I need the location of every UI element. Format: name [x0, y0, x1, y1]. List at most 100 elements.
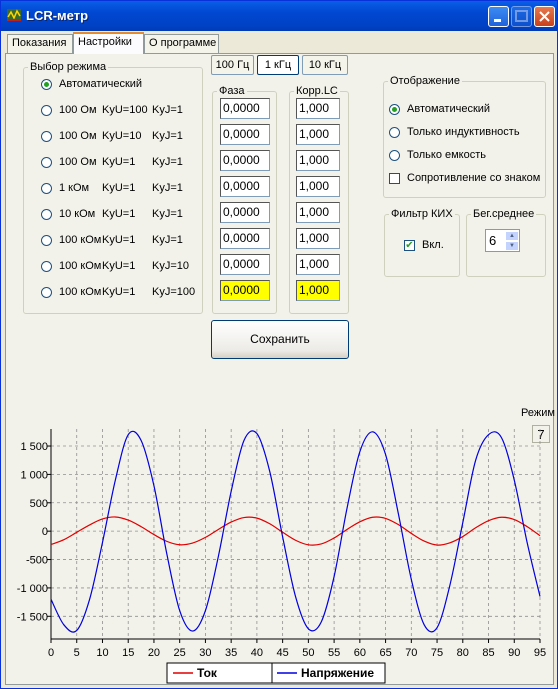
corr-lc-value-field[interactable]: 1,000 [296, 124, 340, 145]
save-button[interactable]: Сохранить [211, 320, 349, 359]
x-tick-label: 95 [534, 647, 546, 659]
phase-value-field[interactable]: 0,0000 [220, 254, 270, 275]
corr-lc-value-field[interactable]: 1,000 [296, 150, 340, 171]
corr-lc-legend: Корр.LC [296, 85, 338, 97]
signed-resistance-checkbox[interactable]: Сопротивление со знаком [389, 170, 540, 186]
mode-option-radio[interactable]: 100 кОм KyU=1 KyJ=10 [41, 258, 189, 274]
y-tick-label: 500 [30, 498, 48, 510]
x-tick-label: 25 [174, 647, 186, 659]
mode-kyu-label: KyU=1 [102, 286, 136, 298]
radio-icon [41, 156, 52, 168]
moving-average-legend: Бег.среднее [473, 208, 535, 220]
window-title: LCR-метр [26, 8, 89, 23]
minimize-button[interactable] [488, 6, 509, 27]
x-tick-label: 50 [302, 647, 314, 659]
radio-icon [41, 130, 52, 142]
mode-indicator-label: Режим [521, 407, 555, 419]
radio-icon [41, 78, 52, 90]
mode-kyj-label: KyJ=1 [152, 156, 183, 168]
phase-value-field[interactable]: 0,0000 [220, 228, 270, 249]
x-tick-label: 15 [122, 647, 134, 659]
maximize-button[interactable] [511, 6, 532, 27]
corr-lc-value-field[interactable]: 1,000 [296, 280, 340, 301]
x-tick-label: 85 [482, 647, 494, 659]
mode-range-label: 100 Ом [59, 130, 97, 142]
corr-lc-value-field[interactable]: 1,000 [296, 176, 340, 197]
mode-option-radio[interactable]: Автоматический [41, 76, 152, 92]
display-inductance-radio[interactable]: Только индуктивность [389, 124, 520, 140]
phase-value-field[interactable]: 0,0000 [220, 98, 270, 119]
mode-option-radio[interactable]: 1 кОм KyU=1 KyJ=1 [41, 180, 183, 196]
mode-option-radio[interactable]: 100 Ом KyU=10 KyJ=1 [41, 128, 183, 144]
mode-kyj-label: KyJ=1 [152, 182, 183, 194]
mode-option-radio[interactable]: 10 кОм KyU=1 KyJ=1 [41, 206, 183, 222]
mode-select-legend: Выбор режима [30, 61, 107, 73]
mode-kyj-label: KyJ=1 [152, 208, 183, 220]
mode-option-radio[interactable]: 100 Ом KyU=100 KyJ=1 [41, 102, 183, 118]
mode-option-radio[interactable]: 100 Ом KyU=1 KyJ=1 [41, 154, 183, 170]
radio-icon [41, 182, 52, 194]
spin-down-icon[interactable]: ▼ [505, 241, 519, 251]
freq-100hz-button[interactable]: 100 Гц [211, 55, 254, 75]
display-capacitance-label: Только емкость [407, 149, 486, 161]
x-tick-label: 60 [354, 647, 366, 659]
phase-legend: Фаза [219, 85, 245, 97]
mode-range-label: Автоматический [59, 78, 143, 90]
phase-value-field[interactable]: 0,0000 [220, 202, 270, 223]
phase-value-field[interactable]: 0,0000 [220, 150, 270, 171]
mode-range-label: 100 кОм [59, 234, 102, 246]
x-tick-label: 55 [328, 647, 340, 659]
maximize-icon [515, 10, 528, 22]
x-tick-label: 35 [225, 647, 237, 659]
freq-10khz-button[interactable]: 10 кГц [302, 55, 348, 75]
x-tick-label: 90 [508, 647, 520, 659]
title-bar[interactable]: LCR-метр [1, 1, 557, 31]
corr-lc-value-field[interactable]: 1,000 [296, 254, 340, 275]
phase-value-field[interactable]: 0,0000 [220, 280, 270, 301]
radio-icon [41, 286, 52, 298]
app-window: LCR-метр Показания Настройки О программе… [0, 0, 558, 689]
mode-kyj-label: KyJ=100 [152, 286, 196, 298]
mode-kyu-label: KyU=1 [102, 208, 136, 220]
moving-average-spinner[interactable]: 6 ▲ ▼ [485, 229, 520, 252]
radio-icon [389, 149, 400, 161]
display-capacitance-radio[interactable]: Только емкость [389, 147, 486, 163]
x-tick-label: 45 [277, 647, 289, 659]
mode-option-radio[interactable]: 100 кОм KyU=1 KyJ=1 [41, 232, 183, 248]
close-button[interactable] [534, 6, 555, 27]
x-tick-label: 40 [251, 647, 263, 659]
mode-option-radio[interactable]: 100 кОм KyU=1 KyJ=100 [41, 284, 195, 300]
mode-kyj-label: KyJ=10 [152, 260, 189, 272]
x-tick-label: 5 [74, 647, 80, 659]
mode-kyu-label: KyU=1 [102, 234, 136, 246]
corr-lc-value-field[interactable]: 1,000 [296, 228, 340, 249]
display-auto-radio[interactable]: Автоматический [389, 101, 490, 117]
x-tick-label: 0 [48, 647, 54, 659]
signal-chart: 0 5 10 15 20 25 30 35 40 45 50 55 60 65 70 75 80 85 90 95 1 … [17, 429, 546, 684]
checkmark-icon: ✔ [404, 239, 415, 251]
signed-resistance-label: Сопротивление со знаком [407, 172, 541, 184]
tab-readings[interactable]: Показания [7, 34, 73, 53]
mode-range-label: 100 Ом [59, 104, 97, 116]
x-tick-label: 70 [405, 647, 417, 659]
corr-lc-value-field[interactable]: 1,000 [296, 202, 340, 223]
fir-filter-checkbox[interactable]: ✔ Вкл. [404, 237, 444, 253]
tab-about[interactable]: О программе [144, 34, 219, 53]
display-legend: Отображение [390, 75, 460, 87]
x-tick-label: 80 [457, 647, 469, 659]
corr-lc-value-field[interactable]: 1,000 [296, 98, 340, 119]
spin-up-icon[interactable]: ▲ [505, 231, 519, 241]
x-tick-label: 10 [96, 647, 108, 659]
phase-value-field[interactable]: 0,0000 [220, 124, 270, 145]
mode-range-label: 100 кОм [59, 286, 102, 298]
phase-value-field[interactable]: 0,0000 [220, 176, 270, 197]
mode-range-label: 1 кОм [59, 182, 90, 194]
freq-1khz-button[interactable]: 1 кГц [257, 55, 299, 75]
tab-settings[interactable]: Настройки [73, 32, 144, 54]
fir-filter-legend: Фильтр КИХ [391, 208, 453, 220]
mode-kyu-label: KyU=100 [102, 104, 148, 116]
mode-kyj-label: KyJ=1 [152, 234, 183, 246]
mode-kyu-label: KyU=1 [102, 260, 136, 272]
y-tick-label: 1 500 [20, 441, 48, 453]
x-tick-label: 30 [199, 647, 211, 659]
